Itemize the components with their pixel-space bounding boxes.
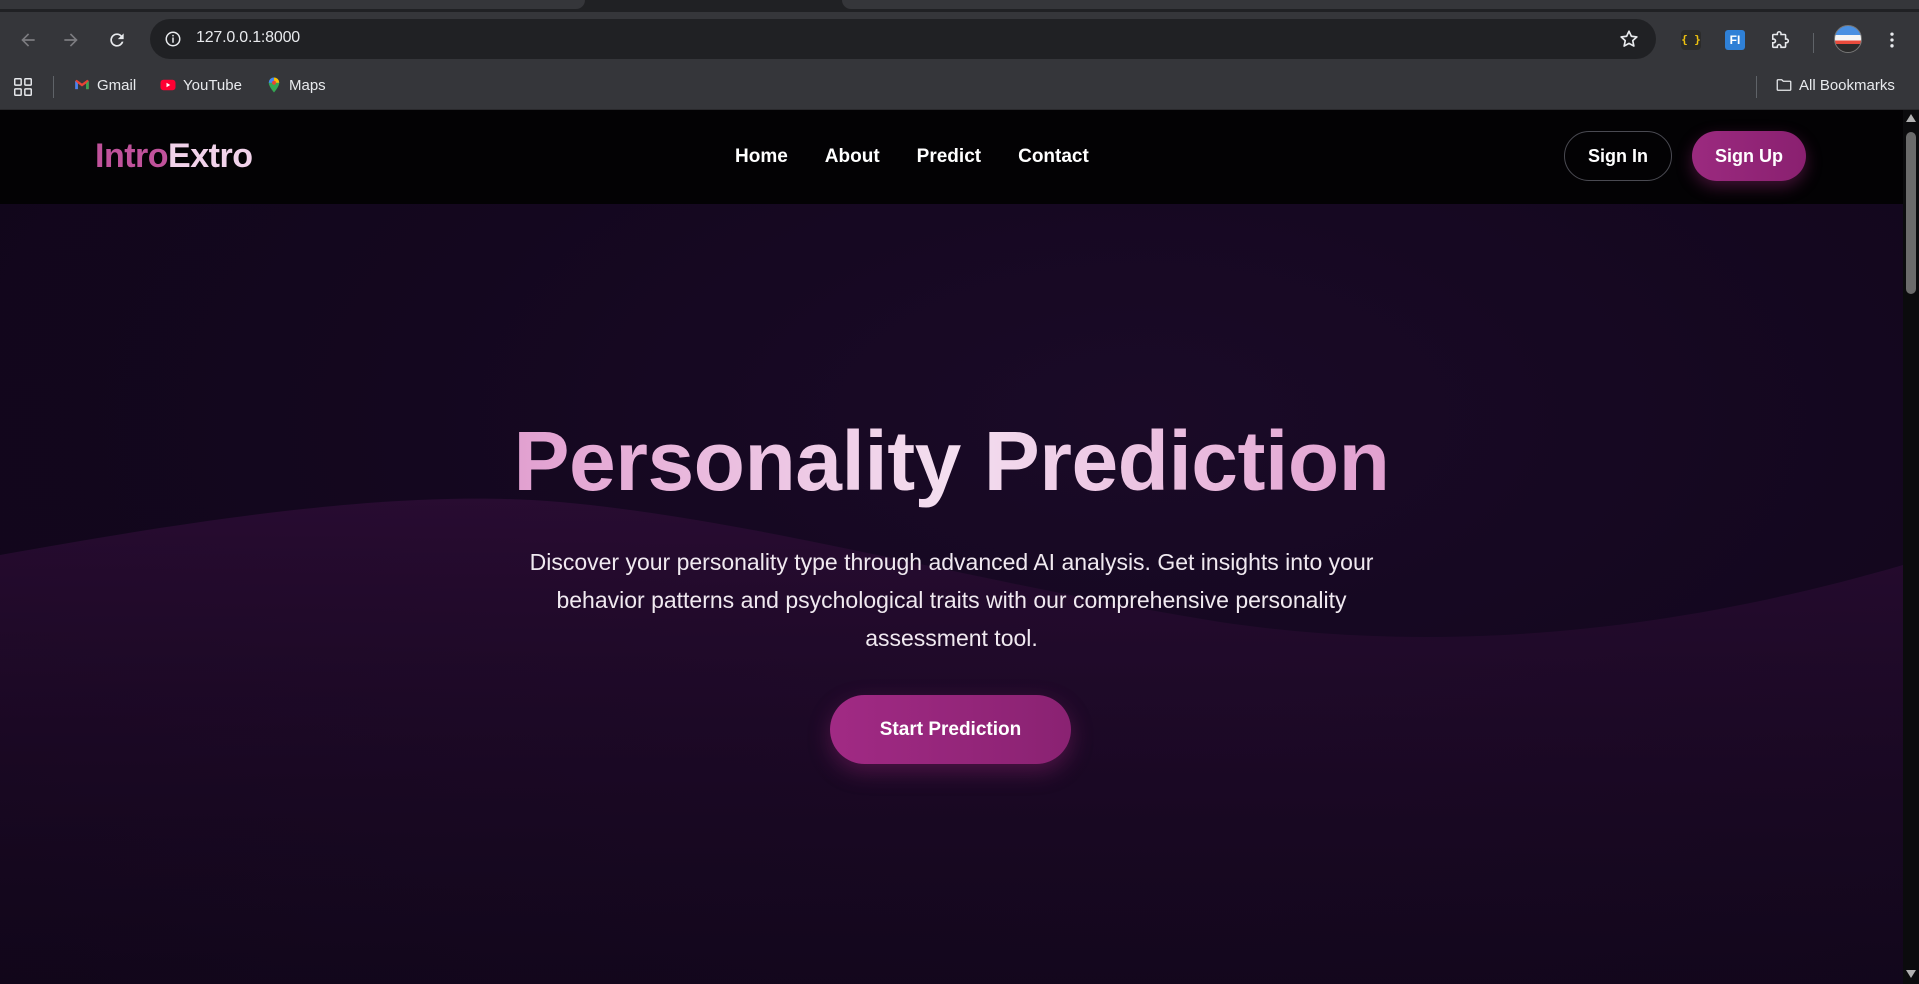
main-nav: Home About Predict Contact — [735, 146, 1089, 168]
folder-icon — [1776, 79, 1792, 91]
scroll-up-arrow-icon[interactable] — [1906, 114, 1916, 122]
youtube-icon — [160, 79, 176, 91]
bookmarks-bar: Gmail YouTube Maps All Bookmarks — [0, 64, 1919, 110]
back-button[interactable] — [13, 25, 43, 55]
logo-extro: Extro — [168, 137, 253, 175]
bookmark-gmail-label: Gmail — [97, 76, 137, 94]
site-navbar: IntroExtro Home About Predict Contact Si… — [0, 110, 1903, 204]
scroll-down-arrow-icon[interactable] — [1906, 970, 1916, 978]
bookmark-youtube[interactable]: YouTube — [159, 76, 242, 94]
fi-extension-icon[interactable]: FI — [1720, 25, 1750, 55]
profile-avatar[interactable] — [1834, 25, 1862, 53]
page-scrollbar[interactable] — [1903, 110, 1919, 984]
start-prediction-button[interactable]: Start Prediction — [830, 695, 1071, 764]
forward-button[interactable] — [56, 25, 86, 55]
logo-intro: Intro — [95, 137, 169, 175]
all-bookmarks[interactable]: All Bookmarks — [1775, 76, 1895, 94]
bookmarks-divider — [53, 76, 54, 98]
bookmarks-divider-right — [1756, 76, 1757, 98]
scrollbar-thumb[interactable] — [1906, 132, 1916, 294]
tab-strip — [0, 0, 1919, 12]
page-viewport: IntroExtro Home About Predict Contact Si… — [0, 110, 1903, 984]
reload-icon — [110, 33, 124, 47]
browser-toolbar: 127.0.0.1:8000 { } FI — [0, 12, 1919, 64]
maps-pin-icon — [268, 77, 280, 93]
arrow-right-icon — [64, 33, 78, 47]
site-info-icon[interactable] — [162, 28, 184, 50]
bookmark-maps[interactable]: Maps — [265, 76, 326, 94]
nav-home[interactable]: Home — [735, 146, 788, 168]
nav-contact[interactable]: Contact — [1018, 146, 1089, 168]
bookmark-gmail[interactable]: Gmail — [73, 76, 136, 94]
nav-predict[interactable]: Predict — [917, 146, 981, 168]
json-extension-icon[interactable]: { } — [1676, 25, 1706, 55]
tab-left[interactable] — [0, 0, 585, 9]
address-bar[interactable]: 127.0.0.1:8000 — [150, 19, 1656, 59]
bookmark-youtube-label: YouTube — [183, 76, 242, 94]
apps-grid-icon[interactable] — [12, 76, 34, 98]
site-logo[interactable]: IntroExtro — [95, 137, 253, 176]
hero-subtitle: Discover your personality type through a… — [529, 549, 1374, 651]
reload-button[interactable] — [102, 25, 132, 55]
sign-up-button[interactable]: Sign Up — [1692, 131, 1806, 181]
bookmark-star-icon[interactable] — [1618, 28, 1640, 50]
url-text[interactable]: 127.0.0.1:8000 — [196, 29, 300, 47]
sign-in-button[interactable]: Sign In — [1564, 131, 1672, 181]
gmail-icon — [75, 79, 89, 90]
hero-title: Personality Prediction — [0, 413, 1903, 510]
browser-menu-icon[interactable] — [1880, 25, 1904, 55]
toolbar-divider — [1813, 33, 1814, 53]
tab-right[interactable] — [842, 0, 1919, 9]
extensions-puzzle-icon[interactable] — [1766, 25, 1796, 55]
all-bookmarks-label: All Bookmarks — [1799, 76, 1895, 94]
nav-about[interactable]: About — [825, 146, 880, 168]
arrow-left-icon — [21, 33, 35, 47]
bookmark-maps-label: Maps — [289, 76, 326, 94]
